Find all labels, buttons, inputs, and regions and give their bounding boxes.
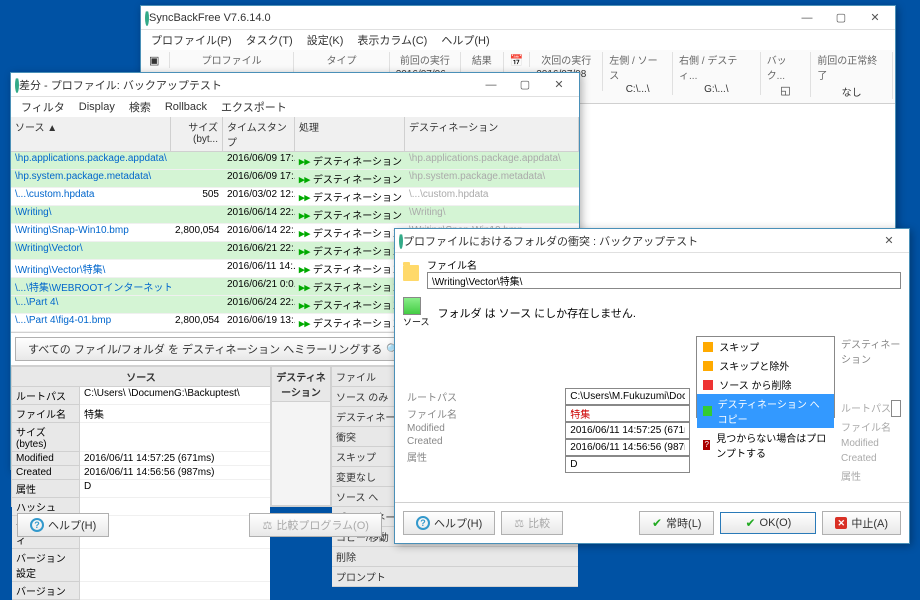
table-row[interactable]: \Writing\2016/06/14 22:...▸▸ デスティネーション へ… (11, 206, 579, 224)
hdr-source[interactable]: ソース ▲ (11, 117, 171, 151)
source-icon (403, 297, 421, 315)
col-type: タイプ (326, 52, 356, 67)
filename-input[interactable] (427, 272, 901, 289)
action-option[interactable]: スキップ (697, 337, 834, 356)
help-icon: ? (30, 518, 44, 532)
help-button[interactable]: ?ヘルプ(H) (17, 513, 109, 537)
close-button[interactable]: ✕ (543, 75, 575, 95)
stop-icon: ✕ (835, 517, 847, 529)
conflict-titlebar: プロファイルにおけるフォルダの衝突 : バックアップテスト ✕ (395, 229, 909, 253)
col-right: 右側 / デスティ... (679, 52, 754, 82)
compare-icon: ⚖ (514, 517, 524, 530)
maximize-button[interactable]: ▢ (825, 8, 857, 28)
grid-header[interactable]: ソース ▲ サイズ(byt... タイムスタンプ 処理 デスティネーション (11, 117, 579, 152)
menu-export[interactable]: エクスポート (215, 97, 293, 117)
compare-button[interactable]: ⚖比較 (501, 511, 563, 535)
expand-icon[interactable]: ▣ (149, 54, 163, 68)
attr-input[interactable] (565, 456, 690, 473)
menu-profile[interactable]: プロファイル(P) (145, 30, 238, 50)
file-input[interactable] (565, 405, 690, 422)
action-option[interactable]: スキップと除外 (697, 356, 834, 375)
col-result: 結果 (472, 52, 492, 67)
menu-search[interactable]: 検索 (123, 97, 157, 117)
list-item: プロンプト (332, 567, 578, 587)
arrow-right-icon: ▸▸ (299, 192, 310, 204)
source-label: ソース (403, 315, 430, 328)
cre-input[interactable] (565, 439, 690, 456)
table-row[interactable]: \hp.applications.package.appdata\2016/06… (11, 152, 579, 170)
action-option[interactable]: デスティネーション へコピー (697, 394, 834, 428)
diff-menubar: フィルタ Display 検索 Rollback エクスポート (11, 97, 579, 117)
dest-header: デスティネーション (841, 336, 901, 366)
table-row[interactable]: \...\custom.hpdata5052016/03/02 12:...▸▸… (11, 188, 579, 206)
minimize-button[interactable]: — (791, 8, 823, 28)
arrow-right-icon: ▸▸ (299, 246, 310, 258)
table-row[interactable]: \hp.system.package.metadata\2016/06/09 1… (11, 170, 579, 188)
cancel-button[interactable]: ✕中止(A) (822, 511, 901, 535)
menu-rollback[interactable]: Rollback (159, 99, 213, 115)
col-lastrun: 前回の実行 (400, 52, 450, 67)
maximize-button[interactable]: ▢ (509, 75, 541, 95)
mod-input[interactable] (565, 422, 690, 439)
diff-title: 差分 - プロファイル: バックアップテスト (19, 77, 475, 93)
conflict-message: フォルダ は ソース にしか存在しません. (438, 305, 636, 321)
menu-columns[interactable]: 表示カラム(C) (351, 30, 433, 50)
menu-help[interactable]: ヘルプ(H) (435, 30, 495, 50)
main-titlebar: SyncBackFree V7.6.14.0 — ▢ ✕ (141, 6, 895, 30)
main-title: SyncBackFree V7.6.14.0 (149, 12, 791, 24)
root-input[interactable] (565, 388, 690, 405)
diff-titlebar: 差分 - プロファイル: バックアップテスト — ▢ ✕ (11, 73, 579, 97)
calendar-icon: 📅 (510, 54, 524, 67)
arrow-right-icon: ▸▸ (299, 228, 310, 240)
arrow-right-icon: ▸▸ (299, 300, 310, 312)
compare-icon: ⚖ (262, 519, 272, 532)
arrow-right-icon: ▸▸ (299, 210, 310, 222)
col-lastok: 前回の正常終了 (817, 52, 886, 82)
col-nextrun: 次回の実行 (541, 52, 591, 67)
hdr-ts[interactable]: タイムスタンプ (223, 117, 295, 151)
help-button[interactable]: ?ヘルプ(H) (403, 511, 495, 535)
action-option[interactable]: ? 見つからない場合はプロンプトする (697, 428, 834, 462)
minimize-button[interactable]: — (475, 75, 507, 95)
conflict-title: プロファイルにおけるフォルダの衝突 : バックアップテスト (403, 233, 873, 249)
col-profile: プロファイル (202, 52, 262, 67)
arrow-right-icon: ▸▸ (299, 174, 310, 186)
action-option[interactable]: ソース から削除 (697, 375, 834, 394)
help-icon: ? (416, 516, 430, 530)
close-button[interactable]: ✕ (859, 8, 891, 28)
menu-settings[interactable]: 設定(K) (301, 30, 350, 50)
folder-icon (403, 265, 419, 281)
back-icon: ◱ (780, 84, 790, 97)
menu-filter[interactable]: フィルタ (15, 97, 71, 117)
compare-button[interactable]: ⚖比較プログラム(O) (249, 513, 381, 537)
hdr-op[interactable]: 処理 (295, 117, 405, 151)
dest-root-input[interactable] (891, 400, 901, 417)
hdr-size[interactable]: サイズ(byt... (171, 117, 223, 151)
arrow-right-icon: ▸▸ (299, 318, 310, 330)
filename-label: ファイル名 (427, 257, 901, 272)
col-left: 左側 / ソース (609, 52, 666, 82)
action-list[interactable]: スキップ スキップと除外 ソース から削除 デスティネーション へコピー? 見つ… (696, 336, 835, 418)
check-icon: ✔ (652, 516, 662, 530)
arrow-right-icon: ▸▸ (299, 264, 310, 276)
source-panel: ソース ルートパスC:\Users\ \DocumenG:\Backuptest… (11, 366, 271, 506)
conflict-dialog: プロファイルにおけるフォルダの衝突 : バックアップテスト ✕ ファイル名 ソー… (394, 228, 910, 544)
check-icon: ✔ (745, 516, 755, 530)
col-back: バック... (767, 52, 805, 82)
main-menubar: プロファイル(P) タスク(T) 設定(K) 表示カラム(C) ヘルプ(H) (141, 30, 895, 50)
list-item: 削除 (332, 547, 578, 567)
dest-header-panel: デスティネーション (271, 366, 331, 506)
hdr-dst[interactable]: デスティネーション (405, 117, 579, 151)
menu-display[interactable]: Display (73, 99, 121, 115)
menu-task[interactable]: タスク(T) (240, 30, 299, 50)
close-button[interactable]: ✕ (873, 231, 905, 251)
ok-button[interactable]: ✔OK(O) (720, 512, 816, 534)
source-header: ソース (12, 367, 270, 387)
arrow-right-icon: ▸▸ (299, 156, 310, 168)
always-button[interactable]: ✔常時(L) (639, 511, 715, 535)
arrow-right-icon: ▸▸ (299, 282, 310, 294)
